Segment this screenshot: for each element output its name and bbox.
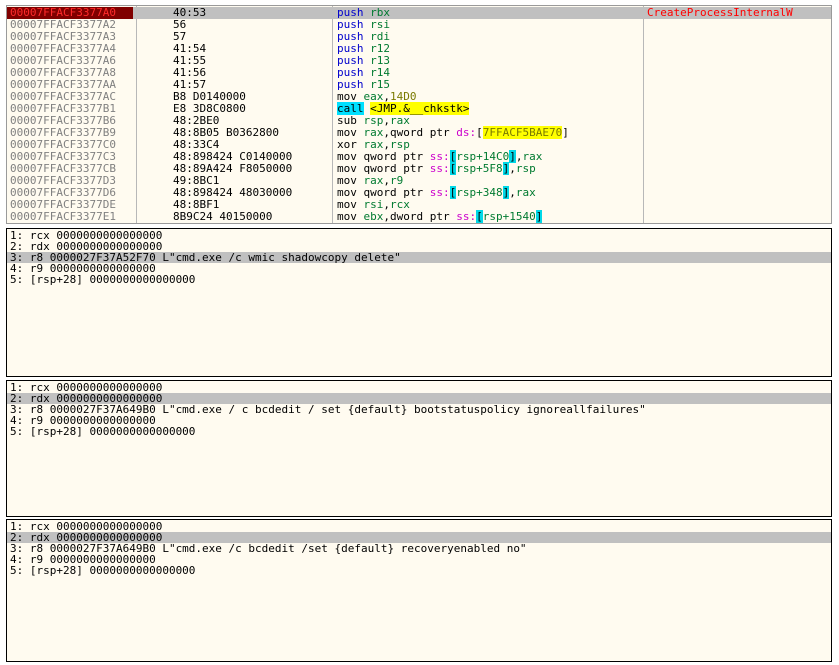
operand-part: , bbox=[509, 162, 516, 175]
operand-part: 7FFACF5BAE70 bbox=[482, 126, 563, 139]
operand-part: , bbox=[509, 186, 516, 199]
argument-row[interactable]: 5: [rsp+28] 0000000000000000 bbox=[7, 274, 831, 285]
operand-part: ,dword ptr bbox=[383, 210, 457, 223]
disasm-row[interactable]: 00007FFACF3377B1 E8 3D8C0800 call <JMP.&__… bbox=[7, 102, 831, 115]
argument-row[interactable]: 5: [rsp+28] 0000000000000000 bbox=[7, 565, 831, 576]
disasm-row[interactable]: 00007FFACF3377AA 41:57 push r15 bbox=[7, 79, 831, 91]
operand-part: ] bbox=[562, 126, 569, 139]
disasm-row[interactable]: 00007FFACF3377B9 48:8B05 B0362800 mov rax,… bbox=[7, 126, 831, 139]
disasm-row[interactable]: 00007FFACF3377CB 48:89A424 F8050000 mov qw… bbox=[7, 162, 831, 175]
argument-row[interactable]: 5: [rsp+28] 0000000000000000 bbox=[7, 426, 831, 437]
disasm-row[interactable]: 00007FFACF3377A4 41:54 push r12 bbox=[7, 43, 831, 55]
arguments-panel-1[interactable]: 1: rcx 0000000000000000 2: rdx 0000000000… bbox=[6, 228, 832, 377]
function-label: CreateProcessInternalW bbox=[647, 6, 793, 19]
disasm-row[interactable]: 00007FFACF3377A2 56 push rsi bbox=[7, 19, 831, 31]
operand-part: rax bbox=[515, 186, 536, 199]
arguments-panel-3[interactable]: 1: rcx 0000000000000000 2: rdx 0000000000… bbox=[6, 519, 832, 662]
operand-part: ] bbox=[535, 210, 543, 223]
disasm-row[interactable]: 00007FFACF3377A6 41:55 push r13 bbox=[7, 55, 831, 67]
operand-part: ss: bbox=[429, 162, 450, 175]
instruction-address: 00007FFACF3377E1 bbox=[10, 210, 116, 223]
operand-part: ebx bbox=[363, 210, 384, 223]
instruction-text: mov ebx,dword ptr ss:[rsp+1540] bbox=[337, 210, 543, 223]
disasm-row[interactable]: 00007FFACF3377A0 40:53 push rbx CreateProce… bbox=[7, 7, 831, 19]
arguments-panel-2[interactable]: 1: rcx 0000000000000000 2: rdx 0000000000… bbox=[6, 380, 832, 517]
operand-part: rsp+1540 bbox=[482, 210, 536, 223]
disasm-row[interactable]: 00007FFACF3377E1 8B9C24 40150000 mov ebx,d… bbox=[7, 210, 831, 223]
operand-part: [ bbox=[476, 210, 483, 223]
disassembly-view[interactable]: 00007FFACF3377A0 40:53 push rbx CreateProce… bbox=[6, 5, 832, 224]
operand-part: ss: bbox=[429, 186, 450, 199]
operand-part: ss: bbox=[456, 210, 477, 223]
disasm-row[interactable]: 00007FFACF3377D6 48:898424 48030000 mov qw… bbox=[7, 186, 831, 199]
disasm-row[interactable]: 00007FFACF3377A3 57 push rdi bbox=[7, 31, 831, 43]
operand-part: rsp bbox=[515, 162, 536, 175]
instruction-bytes: 8B9C24 40150000 bbox=[173, 210, 273, 223]
mnemonic: mov bbox=[337, 210, 357, 223]
operand-part: ds: bbox=[456, 126, 477, 139]
operand-part: rsp+5F8 bbox=[456, 162, 503, 175]
operand-part: [ bbox=[476, 126, 483, 139]
disasm-row[interactable]: 00007FFACF3377A8 41:56 push r14 bbox=[7, 67, 831, 79]
operand-part: rsp+348 bbox=[456, 186, 503, 199]
